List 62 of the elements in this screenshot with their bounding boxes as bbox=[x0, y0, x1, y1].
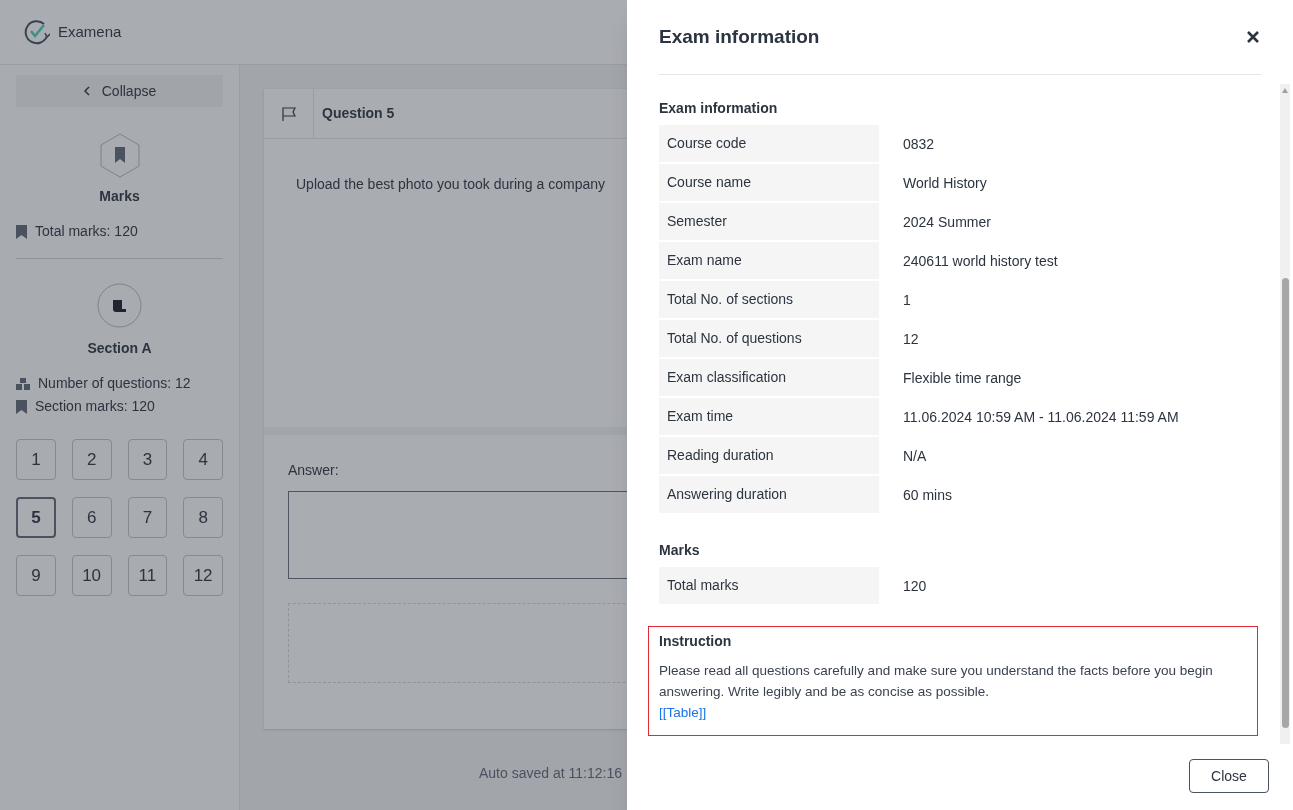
blocks-icon bbox=[16, 377, 30, 390]
app-name: Examena bbox=[58, 21, 122, 42]
info-label: Answering duration bbox=[659, 476, 879, 515]
info-value: 60 mins bbox=[902, 486, 954, 505]
info-label: Exam classification bbox=[659, 359, 879, 398]
info-value: N/A bbox=[902, 447, 928, 466]
collapse-button[interactable]: Collapse bbox=[16, 75, 223, 107]
bookmark-icon bbox=[16, 399, 27, 414]
close-button[interactable]: Close bbox=[1189, 759, 1269, 793]
chevron-left-icon bbox=[82, 86, 90, 96]
instruction-heading: Instruction bbox=[659, 632, 733, 651]
question-number-button[interactable]: 5 bbox=[16, 497, 56, 538]
drawer-title: Exam information bbox=[659, 24, 820, 49]
total-marks: Total marks: 120 bbox=[35, 222, 138, 241]
info-value: 120 bbox=[902, 577, 928, 596]
info-value: World History bbox=[902, 174, 988, 193]
info-label: Exam name bbox=[659, 242, 879, 281]
question-number-button[interactable]: 3 bbox=[127, 439, 168, 480]
info-label: Total No. of sections bbox=[659, 281, 879, 320]
info-label: Exam time bbox=[659, 398, 879, 437]
question-number-button[interactable]: 8 bbox=[183, 497, 223, 538]
question-title: Question 5 bbox=[321, 104, 395, 123]
info-value: 0832 bbox=[902, 135, 936, 154]
info-value: 12 bbox=[902, 330, 920, 349]
scrollbar[interactable] bbox=[1280, 84, 1290, 744]
bookmark-hexagon-icon bbox=[99, 133, 140, 178]
auto-save-status: Auto saved at 11:12:16 bbox=[479, 764, 623, 783]
question-number-button[interactable]: 11 bbox=[127, 555, 168, 596]
info-label: Semester bbox=[659, 203, 879, 242]
info-value: 240611 world history test bbox=[902, 252, 1059, 271]
question-number-button[interactable]: 6 bbox=[71, 497, 112, 538]
info-label: Course name bbox=[659, 164, 879, 203]
bookmark-icon bbox=[16, 224, 27, 239]
info-label: Reading duration bbox=[659, 437, 879, 476]
question-number-button[interactable]: 10 bbox=[71, 555, 112, 596]
question-number-button[interactable]: 2 bbox=[71, 439, 112, 480]
question-number-button[interactable]: 9 bbox=[16, 555, 56, 596]
marks-title: Marks bbox=[99, 187, 140, 206]
info-value: 2024 Summer bbox=[902, 213, 992, 232]
question-number-button[interactable]: 1 bbox=[16, 439, 56, 480]
answer-label: Answer: bbox=[288, 461, 340, 480]
questions-count: Number of questions: 12 bbox=[38, 374, 191, 393]
instruction-text: Please read all questions carefully and make sure you understand the facts before you begin answering. Write legibly and be as concise as possible. bbox=[659, 662, 1214, 701]
info-label: Total No. of questions bbox=[659, 320, 879, 359]
question-number-button[interactable]: 7 bbox=[127, 497, 168, 538]
info-value: 11.06.2024 10:59 AM - 11.06.2024 11:59 AM bbox=[902, 408, 1180, 427]
section-heading: Marks bbox=[659, 541, 701, 560]
question-number-button[interactable]: 12 bbox=[183, 555, 223, 596]
flag-icon bbox=[281, 106, 296, 121]
table-link[interactable]: [[Table]] bbox=[659, 702, 707, 723]
close-icon[interactable] bbox=[1245, 29, 1261, 45]
question-text: Upload the best photo you took during a company bbox=[295, 175, 606, 194]
question-number-button[interactable]: 4 bbox=[183, 439, 223, 480]
info-label: Total marks bbox=[659, 567, 879, 606]
section-marks: Section marks: 120 bbox=[35, 397, 155, 416]
scroll-up-arrow-icon[interactable] bbox=[1282, 88, 1288, 93]
section-heading: Exam information bbox=[659, 99, 779, 118]
logo-icon bbox=[24, 19, 50, 45]
info-value: 1 bbox=[902, 291, 912, 310]
info-label: Course code bbox=[659, 125, 879, 164]
info-value: Flexible time range bbox=[902, 369, 1023, 388]
section-title: Section A bbox=[87, 339, 152, 358]
